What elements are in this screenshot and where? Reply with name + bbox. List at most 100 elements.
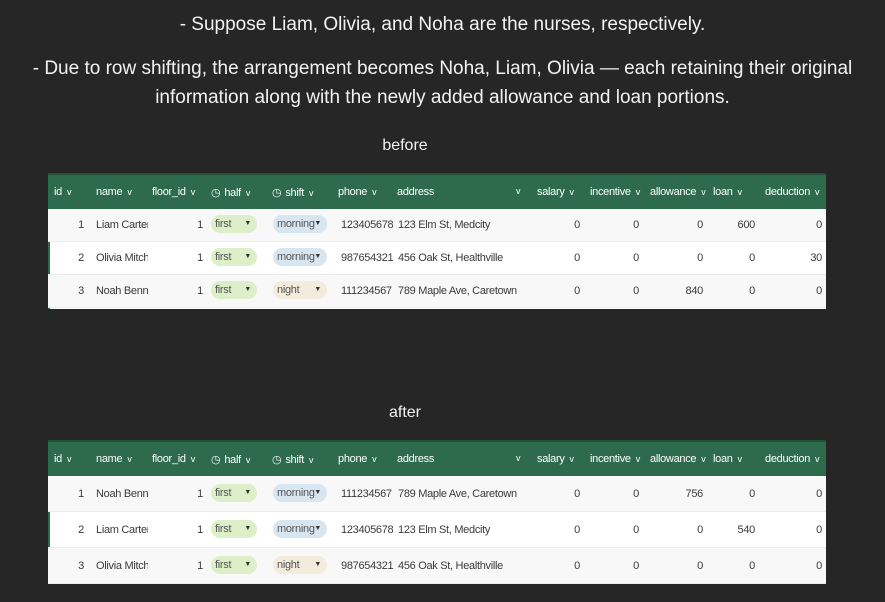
half-dropdown[interactable]: first ▼ xyxy=(211,556,257,574)
column-header-id[interactable]: id v xyxy=(54,186,71,198)
caret-down-icon: ▼ xyxy=(244,286,251,293)
column-header-half[interactable]: ◷ half v xyxy=(211,453,250,466)
table-row[interactable]: 1Noah Bennet1first▼morning▼111234567789 … xyxy=(48,476,826,512)
chevron-down-icon[interactable]: v xyxy=(701,187,706,197)
chevron-down-icon[interactable]: v xyxy=(246,188,251,198)
chevron-down-icon[interactable]: v xyxy=(636,187,641,197)
chevron-down-icon[interactable]: v xyxy=(127,454,132,464)
caret-down-icon: ▼ xyxy=(314,525,321,532)
column-label: loan xyxy=(713,453,733,465)
chevron-down-icon[interactable]: v xyxy=(191,454,196,464)
cell-allowance: 0 xyxy=(697,252,703,264)
chevron-down-icon[interactable]: v xyxy=(191,187,196,197)
chevron-down-icon[interactable]: v xyxy=(372,187,377,197)
shift-dropdown[interactable]: morning ▼ xyxy=(273,520,327,538)
cell-name: Liam Carter xyxy=(96,219,148,231)
column-header-allowance[interactable]: allowance v xyxy=(650,186,706,198)
column-header-deduction[interactable]: deduction v xyxy=(765,186,820,198)
column-header-address[interactable]: address xyxy=(397,453,434,465)
half-dropdown[interactable]: first ▼ xyxy=(211,215,257,233)
column-header-salary[interactable]: salary v xyxy=(537,453,574,465)
cell-allowance: 756 xyxy=(685,488,704,500)
clock-icon: ◷ xyxy=(272,454,282,466)
cell-allowance: 0 xyxy=(697,524,703,536)
cell-loan: 0 xyxy=(749,252,755,264)
column-header-deduction[interactable]: deduction v xyxy=(765,453,820,465)
column-label: address xyxy=(397,186,435,198)
chevron-down-icon[interactable]: v xyxy=(309,188,314,198)
chevron-down-icon[interactable]: v xyxy=(738,187,743,197)
chevron-down-icon[interactable]: v xyxy=(309,455,314,465)
cell-address: 789 Maple Ave, Caretown xyxy=(398,285,517,297)
chevron-down-icon[interactable]: v xyxy=(516,453,521,463)
cell-phone: 123405678 xyxy=(341,219,394,231)
table-row[interactable]: 2 Liam Carter 1 first ▼ morning ▼ 123405678 123 … xyxy=(48,512,826,548)
shift-dropdown[interactable]: morning ▼ xyxy=(273,215,327,233)
chevron-down-icon[interactable]: v xyxy=(570,187,575,197)
column-header-shift[interactable]: ◷ shift v xyxy=(272,453,314,466)
chevron-down-icon[interactable]: v xyxy=(246,455,251,465)
caret-down-icon: ▼ xyxy=(244,561,251,568)
shift-value: morning xyxy=(277,487,315,499)
table-row[interactable]: 3 Olivia Mitche 1 first ▼ night ▼ 987654321 456 … xyxy=(48,548,826,584)
column-header-name[interactable]: name v xyxy=(96,453,132,465)
column-header-phone[interactable]: phone v xyxy=(338,186,377,198)
column-header-half[interactable]: ◷ half v xyxy=(211,186,250,199)
shift-dropdown[interactable]: night ▼ xyxy=(273,556,327,574)
cell-loan: 0 xyxy=(749,285,755,297)
clock-icon: ◷ xyxy=(272,187,282,199)
cell-loan: 600 xyxy=(737,219,756,231)
column-header-loan[interactable]: loan v xyxy=(713,453,742,465)
column-label: shift xyxy=(285,454,304,466)
column-header-loan[interactable]: loan v xyxy=(713,186,742,198)
chevron-down-icon[interactable]: v xyxy=(67,454,72,464)
half-dropdown[interactable]: first ▼ xyxy=(211,520,257,538)
chevron-down-icon[interactable]: v xyxy=(636,454,641,464)
column-header-address[interactable]: address xyxy=(397,186,434,198)
before-table: id v name v floor_id v ◷ half v ◷ shift v phone v addr… xyxy=(48,173,826,309)
half-value: first xyxy=(215,218,232,230)
column-label: shift xyxy=(285,187,304,199)
column-header-floor-id[interactable]: floor_id v xyxy=(152,453,195,465)
column-header-incentive[interactable]: incentive v xyxy=(590,186,640,198)
cell-floor-id: 1 xyxy=(197,524,203,536)
chevron-down-icon[interactable]: v xyxy=(516,186,521,196)
column-label: allowance xyxy=(650,453,697,465)
cell-allowance: 840 xyxy=(685,285,704,297)
column-header-phone[interactable]: phone v xyxy=(338,453,377,465)
column-header-incentive[interactable]: incentive v xyxy=(590,453,640,465)
shift-dropdown[interactable]: night ▼ xyxy=(273,281,327,299)
column-header-shift[interactable]: ◷ shift v xyxy=(272,186,314,199)
table-row[interactable]: 3 Noah Bennet 1 first ▼ night ▼ 111234567 789 Ma… xyxy=(48,275,826,308)
chevron-down-icon[interactable]: v xyxy=(815,454,820,464)
chevron-down-icon[interactable]: v xyxy=(570,454,575,464)
column-label: name xyxy=(96,186,123,198)
shift-dropdown[interactable]: morning ▼ xyxy=(273,484,327,502)
cell-id: 1 xyxy=(78,488,84,500)
half-dropdown[interactable]: first ▼ xyxy=(211,484,257,502)
chevron-down-icon[interactable]: v xyxy=(738,454,743,464)
cell-deduction: 0 xyxy=(816,488,822,500)
half-dropdown[interactable]: first ▼ xyxy=(211,248,257,266)
column-header-allowance[interactable]: allowance v xyxy=(650,453,706,465)
cell-name: Olivia Mitche xyxy=(96,560,148,572)
column-header-floor-id[interactable]: floor_id v xyxy=(152,186,195,198)
cell-incentive: 0 xyxy=(633,488,639,500)
cell-incentive: 0 xyxy=(633,252,639,264)
column-label: incentive xyxy=(590,186,631,198)
shift-dropdown[interactable]: morning ▼ xyxy=(273,248,327,266)
chevron-down-icon[interactable]: v xyxy=(127,187,132,197)
table-row[interactable]: 2Olivia Mitche1first▼morning▼98765432145… xyxy=(48,242,826,275)
cell-salary: 0 xyxy=(574,219,580,231)
chevron-down-icon[interactable]: v xyxy=(815,187,820,197)
column-label: deduction xyxy=(765,453,811,465)
column-header-id[interactable]: id v xyxy=(54,453,71,465)
column-header-salary[interactable]: salary v xyxy=(537,186,574,198)
chevron-down-icon[interactable]: v xyxy=(67,187,72,197)
cell-name: Olivia Mitche xyxy=(96,252,148,264)
chevron-down-icon[interactable]: v xyxy=(372,454,377,464)
column-header-name[interactable]: name v xyxy=(96,186,132,198)
half-dropdown[interactable]: first ▼ xyxy=(211,281,257,299)
chevron-down-icon[interactable]: v xyxy=(701,454,706,464)
table-row[interactable]: 1 Liam Carter 1 first ▼ morning ▼ 123405678 123 … xyxy=(48,209,826,242)
